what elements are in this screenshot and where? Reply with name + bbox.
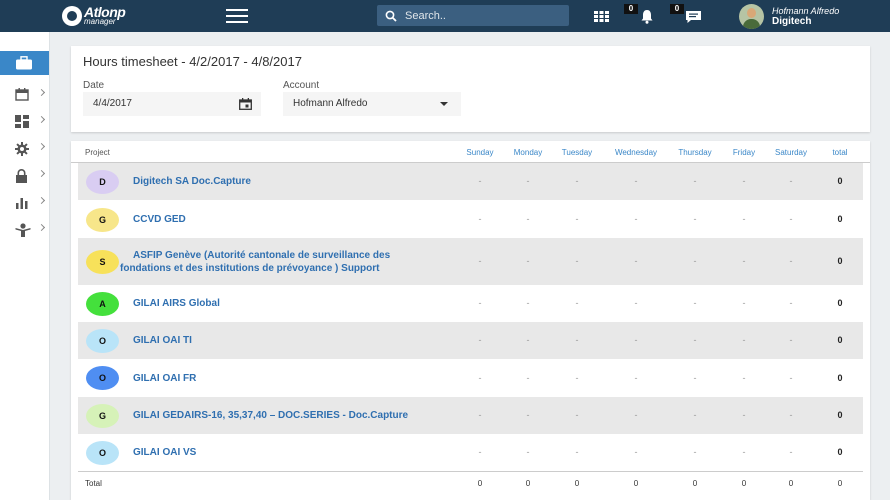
table-row: O GILAI OAI FR - - - - - - -0 <box>78 359 863 397</box>
project-link[interactable]: GILAI AIRS Global <box>133 297 220 310</box>
chat-icon[interactable] <box>685 10 702 24</box>
table-row: G GILAI GEDAIRS-16, 35,37,40 – DOC.SERIES… <box>78 397 863 434</box>
bell-icon[interactable] <box>640 9 654 24</box>
account-label: Account <box>283 80 320 91</box>
chevron-right-icon <box>37 223 46 232</box>
project-name-line-1: ASFIP Genève (Autorité cantonale de surv… <box>133 249 391 261</box>
project-name-line-2: fondations et des institutions de prévoy… <box>120 262 380 274</box>
row-total-cell: 0 <box>837 298 843 308</box>
project-link[interactable]: GILAI OAI FR <box>133 372 196 385</box>
chevron-right-icon <box>37 88 46 97</box>
chevron-right-icon <box>37 142 46 151</box>
apps-grid-icon[interactable] <box>594 11 609 22</box>
sidebar-item-calendar[interactable] <box>0 81 49 108</box>
page-title: Hours timesheet - 4/2/2017 - 4/8/2017 <box>83 54 302 69</box>
sidebar-item-people[interactable] <box>0 216 49 243</box>
project-avatar: D <box>86 169 119 194</box>
table-row: S ASFIP Genève (Autorité cantonale de sur… <box>78 238 863 285</box>
table-row: D Digitech SA Doc.Capture - - - - - - -0 <box>78 163 863 200</box>
column-header-total: total <box>832 148 848 157</box>
footer-label: Total <box>85 479 102 488</box>
chevron-right-icon <box>37 115 46 124</box>
search-box[interactable] <box>377 5 569 26</box>
project-avatar: G <box>86 207 119 232</box>
project-avatar: O <box>86 328 119 353</box>
date-value: 4/4/2017 <box>93 98 132 109</box>
row-total-cell: 0 <box>837 447 843 457</box>
project-link[interactable]: ASFIP Genève (Autorité cantonale de surv… <box>120 249 390 275</box>
avatar <box>739 4 764 29</box>
person-icon <box>15 222 31 237</box>
project-avatar: O <box>86 366 119 390</box>
user-menu[interactable]: Hofmann Alfredo Digitech <box>739 4 839 29</box>
search-icon <box>385 10 397 22</box>
lock-icon <box>16 168 27 183</box>
top-bar: Atlonp manager 0 0 Hofmann Alfredo Digit… <box>0 0 890 32</box>
chevron-right-icon <box>37 169 46 178</box>
project-link[interactable]: GILAI GEDAIRS-16, 35,37,40 – DOC.SERIES … <box>133 409 408 422</box>
logo-mark-icon <box>62 6 82 26</box>
sidebar-item-timesheet[interactable] <box>0 51 49 75</box>
hamburger-menu-icon[interactable] <box>226 9 248 23</box>
user-name: Hofmann Alfredo <box>772 6 840 16</box>
project-avatar: G <box>86 403 119 428</box>
row-total-cell: 0 <box>837 372 843 383</box>
message-count-badge: 0 <box>670 4 684 14</box>
table-footer: Total 00000000 <box>78 471 863 493</box>
user-company: Digitech <box>772 16 812 27</box>
table-row: G CCVD GED - - - - - - -0 <box>78 201 863 238</box>
date-field[interactable]: 4/4/2017 <box>83 92 261 116</box>
row-total-cell: 0 <box>837 256 843 266</box>
gear-icon <box>15 141 29 156</box>
row-total-cell: 0 <box>837 335 843 345</box>
row-total-cell: 0 <box>837 214 843 224</box>
column-header-project: Project <box>85 148 110 157</box>
timesheet-header-card: Hours timesheet - 4/2/2017 - 4/8/2017 Da… <box>71 46 870 132</box>
sidebar-item-security[interactable] <box>0 162 49 189</box>
table-row: A GILAI AIRS Global - - - - - - -0 <box>78 285 863 322</box>
project-link[interactable]: CCVD GED <box>133 213 186 226</box>
project-link[interactable]: Digitech SA Doc.Capture <box>133 175 251 188</box>
row-total-cell: 0 <box>837 410 843 420</box>
date-label: Date <box>83 80 105 91</box>
row-total-cell: 0 <box>837 176 843 186</box>
sidebar-item-settings[interactable] <box>0 135 49 162</box>
search-input[interactable] <box>405 9 555 22</box>
chevron-right-icon <box>37 196 46 205</box>
table-row: O GILAI OAI TI - - - - - - -0 <box>78 322 863 359</box>
account-value: Hofmann Alfredo <box>293 98 368 109</box>
project-avatar: A <box>86 291 119 316</box>
app-logo[interactable]: Atlonp manager <box>0 0 205 32</box>
timesheet-table: Project Sunday Monday Tuesday Wednesday … <box>71 141 870 500</box>
project-link[interactable]: GILAI OAI TI <box>133 334 192 347</box>
table-header: Project Sunday Monday Tuesday Wednesday … <box>71 141 870 163</box>
bar-chart-icon <box>16 198 28 209</box>
notification-count-badge: 0 <box>624 4 638 14</box>
project-link[interactable]: GILAI OAI VS <box>133 446 196 459</box>
calendar-icon <box>15 88 29 101</box>
account-select[interactable]: Hofmann Alfredo <box>283 92 461 116</box>
sidebar-item-reports[interactable] <box>0 189 49 216</box>
table-row: O GILAI OAI VS - - - - - - -0 <box>78 434 863 471</box>
project-avatar: O <box>86 440 119 465</box>
sidebar <box>0 32 50 500</box>
dashboard-icon <box>15 115 29 128</box>
briefcase-icon <box>16 56 32 70</box>
footer-total-cell: 0 <box>837 479 843 488</box>
sidebar-item-dashboard[interactable] <box>0 108 49 135</box>
calendar-icon[interactable] <box>239 98 252 110</box>
caret-down-icon <box>440 102 448 106</box>
project-avatar: S <box>86 249 119 274</box>
